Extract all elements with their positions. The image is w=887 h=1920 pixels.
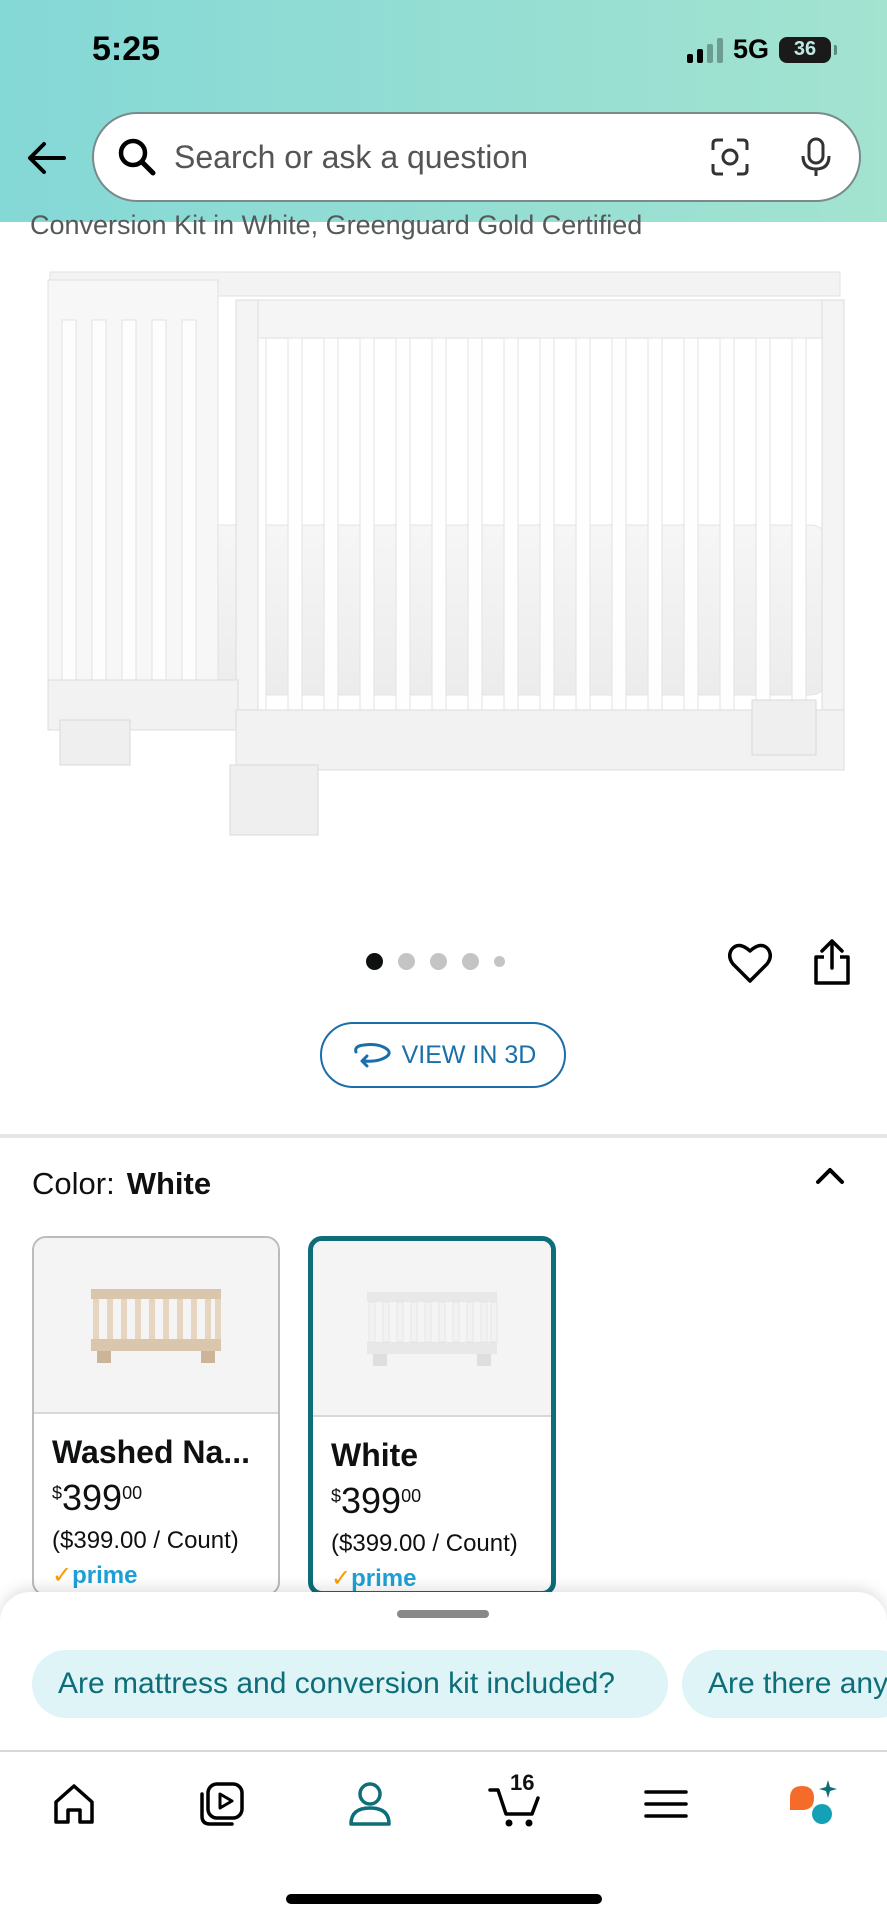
pagination-dot[interactable] xyxy=(430,953,447,970)
suggestion-chip[interactable]: Are there any xyxy=(682,1650,887,1718)
video-icon[interactable] xyxy=(194,1776,250,1832)
price-currency: $ xyxy=(52,1483,63,1503)
signal-icon xyxy=(686,37,723,63)
sheet-grabber[interactable] xyxy=(397,1610,489,1618)
prime-badge: ✓prime xyxy=(331,1564,533,1592)
chevron-up-icon[interactable] xyxy=(810,1160,850,1190)
price-cents: 00 xyxy=(401,1486,422,1506)
swatch-image xyxy=(34,1238,278,1414)
header: 5:25 5G 36 Search or ask a question xyxy=(0,0,887,222)
prime-badge: ✓prime xyxy=(52,1561,260,1590)
heart-icon[interactable] xyxy=(727,940,773,986)
prime-label: prime xyxy=(72,1562,138,1589)
pagination-dot[interactable] xyxy=(462,953,479,970)
arrow-left-icon[interactable] xyxy=(24,136,68,180)
person-icon[interactable] xyxy=(342,1776,398,1832)
price-dollars: 399 xyxy=(341,1480,402,1521)
price-currency: $ xyxy=(331,1486,342,1506)
prime-check-icon: ✓ xyxy=(52,1562,73,1589)
swatch-unit-price: ($399.00 / Count) xyxy=(331,1530,518,1557)
status-time: 5:25 xyxy=(92,30,161,68)
swatch-price: $ 399 00 xyxy=(331,1480,533,1522)
swatch-unit-price: ($399.00 / Count) xyxy=(52,1527,239,1554)
home-indicator[interactable] xyxy=(286,1894,602,1904)
network-type: 5G xyxy=(732,34,769,64)
color-value: White xyxy=(126,1166,212,1201)
rotate-3d-icon xyxy=(353,1043,391,1068)
camera-scan-icon[interactable] xyxy=(709,136,751,178)
search-icon xyxy=(118,138,156,176)
cart-count: 16 xyxy=(510,1770,535,1795)
product-title: Conversion Kit in White, Greenguard Gold… xyxy=(30,210,643,240)
pagination-dot[interactable] xyxy=(366,953,383,970)
product-image[interactable] xyxy=(40,260,850,880)
menu-icon[interactable] xyxy=(638,1776,694,1832)
price-dollars: 399 xyxy=(62,1477,123,1518)
prime-check-icon: ✓ xyxy=(331,1565,352,1592)
section-divider xyxy=(0,1134,887,1138)
search-placeholder: Search or ask a question xyxy=(174,138,528,175)
image-pagination[interactable] xyxy=(366,953,505,970)
color-swatch-washed-natural[interactable]: Washed Na... $ 399 00 ($399.00 / Count) … xyxy=(32,1236,280,1596)
status-indicators: 5G 36 xyxy=(686,34,837,65)
view-in-3d-button[interactable]: VIEW IN 3D xyxy=(320,1022,566,1088)
prime-label: prime xyxy=(351,1565,417,1592)
search-input[interactable]: Search or ask a question xyxy=(92,112,861,202)
swatch-image xyxy=(313,1241,551,1417)
rufus-icon[interactable] xyxy=(784,1776,840,1832)
view-in-3d-label: VIEW IN 3D xyxy=(401,1040,537,1069)
crib-thumbnail xyxy=(367,1292,498,1366)
home-icon[interactable] xyxy=(46,1776,102,1832)
color-label: Color: xyxy=(32,1166,115,1201)
color-selector-header: Color: White xyxy=(32,1166,211,1202)
color-swatch-white[interactable]: White $ 399 00 ($399.00 / Count) ✓prime xyxy=(308,1236,556,1596)
swatch-name: White xyxy=(331,1437,419,1473)
swatch-price: $ 399 00 xyxy=(52,1477,260,1519)
battery-icon: 36 xyxy=(779,36,837,63)
pagination-dot[interactable] xyxy=(398,953,415,970)
pagination-dot[interactable] xyxy=(494,956,505,967)
swatch-name: Washed Na... xyxy=(52,1434,250,1470)
share-icon[interactable] xyxy=(811,938,853,986)
suggestion-sheet: Are mattress and conversion kit included… xyxy=(0,1592,887,1752)
suggestion-chip[interactable]: Are mattress and conversion kit included… xyxy=(32,1650,668,1718)
price-cents: 00 xyxy=(122,1483,143,1503)
crib-thumbnail xyxy=(91,1289,221,1363)
microphone-icon[interactable] xyxy=(795,136,837,178)
